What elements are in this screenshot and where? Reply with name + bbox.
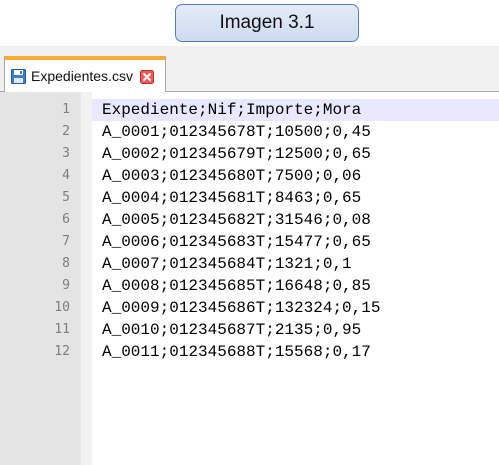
editor-lines: 1 Expediente;Nif;Importe;Mora 2 A_0001;0123…: [0, 99, 499, 363]
line-number: 12: [54, 344, 70, 359]
editor-line[interactable]: 4 A_0003;012345680T;7500;0,06: [0, 165, 499, 187]
line-number: 10: [54, 300, 70, 315]
line-text[interactable]: A_0008;012345685T;16648;0,85: [102, 275, 371, 297]
tab-expedientes-csv[interactable]: Expedientes.csv: [4, 56, 166, 92]
line-text[interactable]: A_0005;012345682T;31546;0,08: [102, 209, 371, 231]
editor-line[interactable]: 3 A_0002;012345679T;12500;0,65: [0, 143, 499, 165]
line-number: 9: [62, 278, 70, 293]
line-number: 6: [62, 212, 70, 227]
close-icon[interactable]: [139, 69, 154, 84]
line-text[interactable]: A_0007;012345684T;1321;0,1: [102, 253, 352, 275]
editor-line[interactable]: 6 A_0005;012345682T;31546;0,08: [0, 209, 499, 231]
line-text[interactable]: A_0001;012345678T;10500;0,45: [102, 121, 371, 143]
editor-line[interactable]: 7 A_0006;012345683T;15477;0,65: [0, 231, 499, 253]
editor-line[interactable]: 10 A_0009;012345686T;132324;0,15: [0, 297, 499, 319]
editor-line[interactable]: 9 A_0008;012345685T;16648;0,85: [0, 275, 499, 297]
line-text[interactable]: A_0006;012345683T;15477;0,65: [102, 231, 371, 253]
line-number: 4: [62, 168, 70, 183]
floppy-disk-icon: [11, 68, 26, 84]
figure-caption: Imagen 3.1: [175, 4, 359, 42]
line-text[interactable]: A_0010;012345687T;2135;0,95: [102, 319, 361, 341]
text-editor[interactable]: 1 Expediente;Nif;Importe;Mora 2 A_0001;0123…: [0, 92, 499, 465]
editor-line[interactable]: 1 Expediente;Nif;Importe;Mora: [0, 99, 499, 121]
editor-line[interactable]: 8 A_0007;012345684T;1321;0,1: [0, 253, 499, 275]
line-number: 5: [62, 190, 70, 205]
line-text[interactable]: A_0009;012345686T;132324;0,15: [102, 297, 380, 319]
editor-line[interactable]: 12 A_0011;012345688T;15568;0,17: [0, 341, 499, 363]
line-text[interactable]: Expediente;Nif;Importe;Mora: [102, 99, 361, 121]
editor-line[interactable]: 11 A_0010;012345687T;2135;0,95: [0, 319, 499, 341]
line-number: 11: [54, 322, 70, 337]
line-text[interactable]: A_0011;012345688T;15568;0,17: [102, 341, 371, 363]
editor-line[interactable]: 5 A_0004;012345681T;8463;0,65: [0, 187, 499, 209]
line-text[interactable]: A_0003;012345680T;7500;0,06: [102, 165, 361, 187]
line-number: 7: [62, 234, 70, 249]
line-number: 2: [62, 124, 70, 139]
editor-window: Expedientes.csv 1 Expediente;Nif;Importe;…: [0, 46, 499, 465]
line-text[interactable]: A_0002;012345679T;12500;0,65: [102, 143, 371, 165]
tab-label: Expedientes.csv: [31, 68, 133, 84]
tab-bar: Expedientes.csv: [0, 46, 499, 92]
line-number: 3: [62, 146, 70, 161]
line-text[interactable]: A_0004;012345681T;8463;0,65: [102, 187, 361, 209]
editor-line[interactable]: 2 A_0001;012345678T;10500;0,45: [0, 121, 499, 143]
line-number: 1: [62, 102, 70, 117]
line-number: 8: [62, 256, 70, 271]
